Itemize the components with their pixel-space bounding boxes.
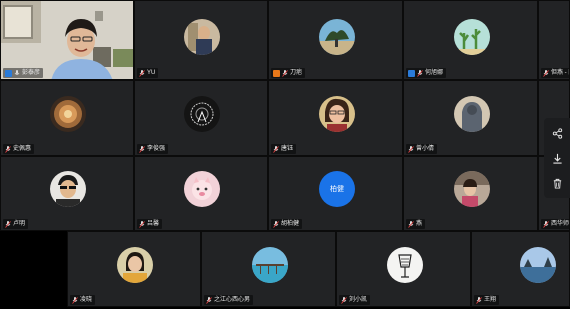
participant-tile[interactable]: 卢明 xyxy=(0,156,134,231)
participant-name: 何旭娜 xyxy=(425,70,444,76)
microphone-muted-icon xyxy=(139,69,145,77)
microphone-icon xyxy=(14,69,20,75)
host-badge-icon xyxy=(5,69,12,77)
avatar xyxy=(117,247,153,283)
participant-tile[interactable]: 凌晓 xyxy=(67,231,201,307)
participant-name-tag: 刘小凯 xyxy=(339,295,371,305)
cohost-badge-icon xyxy=(273,69,280,77)
avatar xyxy=(387,247,423,283)
participant-name-tag: 王翔 xyxy=(474,295,500,305)
participant-name-tag: 但燕 - 阿周 xyxy=(541,68,569,78)
participant-name: 曾小倩 xyxy=(416,146,435,152)
microphone-muted-icon xyxy=(282,69,288,77)
avatar xyxy=(319,96,355,132)
participant-name: YU xyxy=(147,70,156,76)
download-icon xyxy=(552,153,562,164)
avatar xyxy=(184,171,220,207)
participant-name-tag: 刀疤 xyxy=(271,68,306,78)
participant-name-tag: 西华师范学院 xyxy=(541,219,570,229)
video-grid: 彭泰彦 YU 刀疤 何旭娜 但燕 - 史佩惠 李俊强 唐钰 曾小倩 卢明 吕馨 … xyxy=(0,0,570,309)
participant-name-tag: 曾小倩 xyxy=(406,144,438,154)
share-icon xyxy=(552,127,562,139)
participant-name-tag: 胡柏健 xyxy=(271,219,303,229)
participant-name: 李俊强 xyxy=(147,146,166,152)
participant-name: 王翔 xyxy=(484,297,497,303)
participant-tile[interactable]: 曾小倩 xyxy=(403,80,538,156)
participant-name: 史佩惠 xyxy=(13,146,32,152)
participant-tile[interactable]: 李俊强 xyxy=(134,80,268,156)
avatar-initials-text: 柏健 xyxy=(330,186,344,193)
microphone-muted-icon xyxy=(543,69,549,77)
participant-name: 燕 xyxy=(416,221,423,227)
microphone-muted-icon xyxy=(273,220,279,228)
participant-tile[interactable]: 之江心西心男 xyxy=(201,231,336,307)
participant-name: 刘小凯 xyxy=(349,297,368,303)
participant-name: 但燕 - 阿周 xyxy=(551,70,569,76)
avatar xyxy=(454,171,490,207)
microphone-muted-icon xyxy=(417,69,423,77)
participant-name: 卢明 xyxy=(13,221,26,227)
participant-name-tag: YU xyxy=(137,68,159,78)
microphone-muted-icon xyxy=(139,220,145,228)
participant-tile[interactable]: 但燕 - 阿周 xyxy=(538,0,570,80)
delete-button[interactable] xyxy=(548,174,566,192)
participant-tile[interactable]: YU xyxy=(134,0,268,80)
download-button[interactable] xyxy=(548,149,566,167)
participant-name: 刀疤 xyxy=(290,70,303,76)
side-toolbar xyxy=(544,118,570,198)
host-badge-icon xyxy=(408,69,415,77)
participant-name-tag: 燕 xyxy=(406,219,426,229)
participant-name-tag: 彭泰彦 xyxy=(3,68,44,78)
participant-tile[interactable]: 柏健 胡柏健 xyxy=(268,156,403,231)
microphone-muted-icon xyxy=(5,220,11,228)
participant-name-tag: 唐钰 xyxy=(271,144,297,154)
microphone-muted-icon xyxy=(139,145,145,153)
avatar xyxy=(319,19,355,55)
microphone-muted-icon xyxy=(476,296,482,304)
participant-name-tag: 凌晓 xyxy=(70,295,96,305)
participant-name-tag: 李俊强 xyxy=(137,144,169,154)
microphone-muted-icon xyxy=(72,296,78,304)
avatar xyxy=(184,96,220,132)
share-button[interactable] xyxy=(548,124,566,142)
participant-name-tag: 卢明 xyxy=(3,219,29,229)
participant-name: 凌晓 xyxy=(80,297,93,303)
participant-name-tag: 吕馨 xyxy=(137,219,163,229)
participant-tile[interactable]: 王翔 xyxy=(471,231,570,307)
avatar xyxy=(520,247,556,283)
microphone-muted-icon xyxy=(408,145,414,153)
microphone-muted-icon xyxy=(543,220,549,228)
avatar xyxy=(184,19,220,55)
avatar xyxy=(454,96,490,132)
avatar xyxy=(50,96,86,132)
participant-name-tag: 史佩惠 xyxy=(3,144,35,154)
participant-tile[interactable]: 彭泰彦 xyxy=(0,0,134,80)
participant-tile[interactable]: 燕 xyxy=(403,156,538,231)
participant-name: 吕馨 xyxy=(147,221,160,227)
avatar xyxy=(50,171,86,207)
participant-name-tag: 何旭娜 xyxy=(406,68,447,78)
participant-name: 之江心西心男 xyxy=(214,297,251,303)
participant-tile[interactable]: 吕馨 xyxy=(134,156,268,231)
microphone-muted-icon xyxy=(408,220,414,228)
participant-name-tag: 之江心西心男 xyxy=(204,295,254,305)
participant-tile[interactable]: 唐钰 xyxy=(268,80,403,156)
microphone-muted-icon xyxy=(5,145,11,153)
avatar xyxy=(454,19,490,55)
participant-tile[interactable]: 史佩惠 xyxy=(0,80,134,156)
participant-name: 唐钰 xyxy=(281,146,294,152)
avatar xyxy=(252,247,288,283)
avatar-initials: 柏健 xyxy=(319,171,355,207)
trash-icon xyxy=(553,178,561,189)
microphone-muted-icon xyxy=(206,296,212,304)
microphone-muted-icon xyxy=(273,145,279,153)
microphone-muted-icon xyxy=(341,296,347,304)
participant-name: 彭泰彦 xyxy=(22,70,41,76)
participant-name: 胡柏健 xyxy=(281,221,300,227)
participant-tile[interactable]: 刘小凯 xyxy=(336,231,471,307)
participant-name: 西华师范学院 xyxy=(551,221,570,227)
participant-tile[interactable]: 何旭娜 xyxy=(403,0,538,80)
participant-tile[interactable]: 刀疤 xyxy=(268,0,403,80)
